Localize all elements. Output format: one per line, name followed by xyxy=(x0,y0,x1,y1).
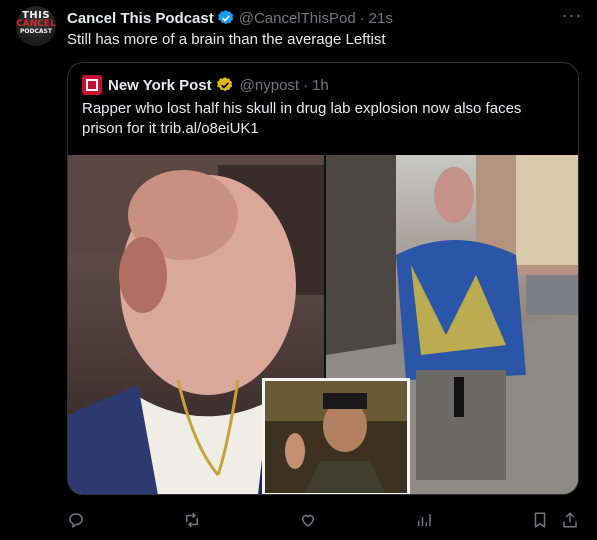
media-grid xyxy=(68,155,578,494)
views-icon[interactable] xyxy=(412,508,436,532)
quote-tweet-card[interactable]: New York Post @nypost · 1h Rapper who lo… xyxy=(67,62,579,495)
photo-inset[interactable] xyxy=(262,378,410,494)
share-icon[interactable] xyxy=(558,508,582,532)
reply-icon[interactable] xyxy=(64,508,88,532)
verified-badge-icon[interactable] xyxy=(217,9,235,27)
quote-header: New York Post @nypost · 1h xyxy=(82,75,329,95)
user-handle[interactable]: @CancelThisPod xyxy=(239,10,356,27)
timestamp[interactable]: 21s xyxy=(369,10,393,27)
photo-inset-drawing xyxy=(265,381,407,493)
tweet-actions xyxy=(0,504,597,536)
verified-gold-badge-icon[interactable] xyxy=(216,76,234,94)
avatar-logo-line-2: CANCEL xyxy=(16,19,56,29)
profile-avatar[interactable]: THIS CANCEL PODCAST xyxy=(16,6,56,46)
bookmark-icon[interactable] xyxy=(528,508,552,532)
avatar-logo-line-3: PODCAST xyxy=(20,28,52,35)
avatar-logo: THIS CANCEL PODCAST xyxy=(16,11,56,36)
quote-separator-dot: · xyxy=(303,76,309,94)
retweet-icon[interactable] xyxy=(180,508,204,532)
quote-display-name[interactable]: New York Post xyxy=(108,77,212,94)
quote-text: Rapper who lost half his skull in drug l… xyxy=(82,100,522,137)
like-icon[interactable] xyxy=(296,508,320,532)
tweet-header: Cancel This Podcast @CancelThisPod · 21s xyxy=(67,8,393,28)
quote-user-handle[interactable]: @nypost xyxy=(240,77,299,94)
quote-timestamp[interactable]: 1h xyxy=(312,77,329,94)
separator-dot: · xyxy=(359,9,365,27)
nypost-logo-icon[interactable] xyxy=(82,75,102,95)
tweet-text: Still has more of a brain than the avera… xyxy=(67,31,386,48)
more-horizontal-icon[interactable]: ··· xyxy=(560,6,584,28)
display-name[interactable]: Cancel This Podcast xyxy=(67,10,214,27)
